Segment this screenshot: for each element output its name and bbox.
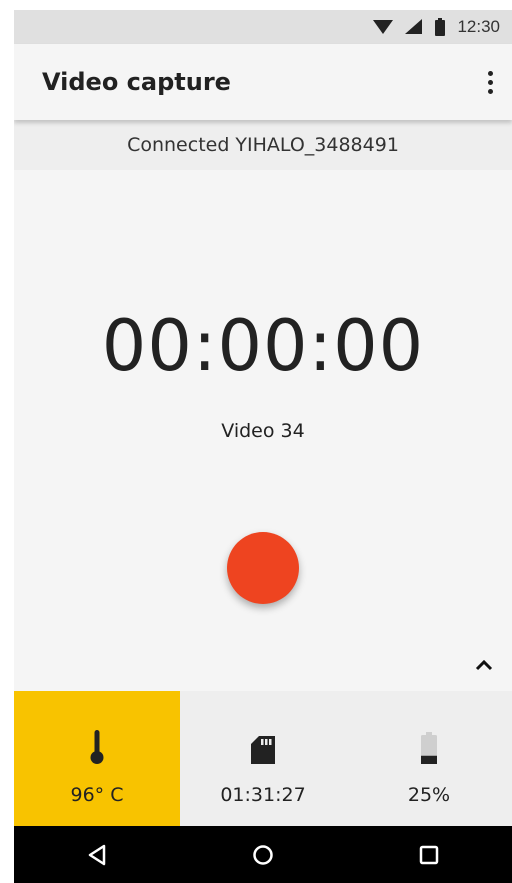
stat-battery[interactable]: 25%: [346, 691, 512, 826]
status-time: 12:30: [457, 17, 500, 36]
stat-temperature[interactable]: 96° C: [14, 691, 180, 826]
video-name: Video 34: [221, 420, 305, 442]
capture-timer: 00:00:00: [101, 305, 425, 387]
battery-icon: [435, 18, 446, 36]
storage-time-value: 01:31:27: [220, 784, 306, 806]
sd-card-icon: [251, 736, 275, 764]
stat-storage[interactable]: 01:31:27: [180, 691, 346, 826]
connection-status: Connected YIHALO_3488491: [14, 120, 512, 170]
back-button[interactable]: [77, 835, 117, 875]
app-bar: Video capture: [14, 44, 512, 120]
record-button[interactable]: [227, 532, 299, 604]
battery-level-fill: [421, 755, 437, 764]
capture-area: 00:00:00 Video 34: [14, 170, 512, 691]
back-icon: [88, 844, 106, 865]
temperature-value: 96° C: [70, 784, 124, 806]
wifi-icon: [373, 20, 394, 34]
battery-icon: [421, 732, 437, 764]
stats-bar: 96° C 01:31:27 25%: [14, 691, 512, 826]
status-bar: 12:30: [14, 10, 512, 44]
signal-icon: [405, 19, 423, 34]
nav-bar: [14, 826, 512, 883]
chevron-up-icon[interactable]: [472, 653, 496, 677]
phone-screen: 12:30 Video capture Connected YIHALO_348…: [14, 10, 512, 883]
recents-button[interactable]: [409, 835, 449, 875]
thermometer-icon: [90, 730, 104, 764]
home-icon: [253, 844, 273, 865]
home-button[interactable]: [243, 835, 283, 875]
battery-value: 25%: [407, 784, 451, 806]
recents-icon: [419, 845, 439, 864]
page-title: Video capture: [42, 68, 231, 96]
status-icons: 12:30: [373, 10, 500, 44]
more-vert-icon[interactable]: [478, 64, 502, 100]
